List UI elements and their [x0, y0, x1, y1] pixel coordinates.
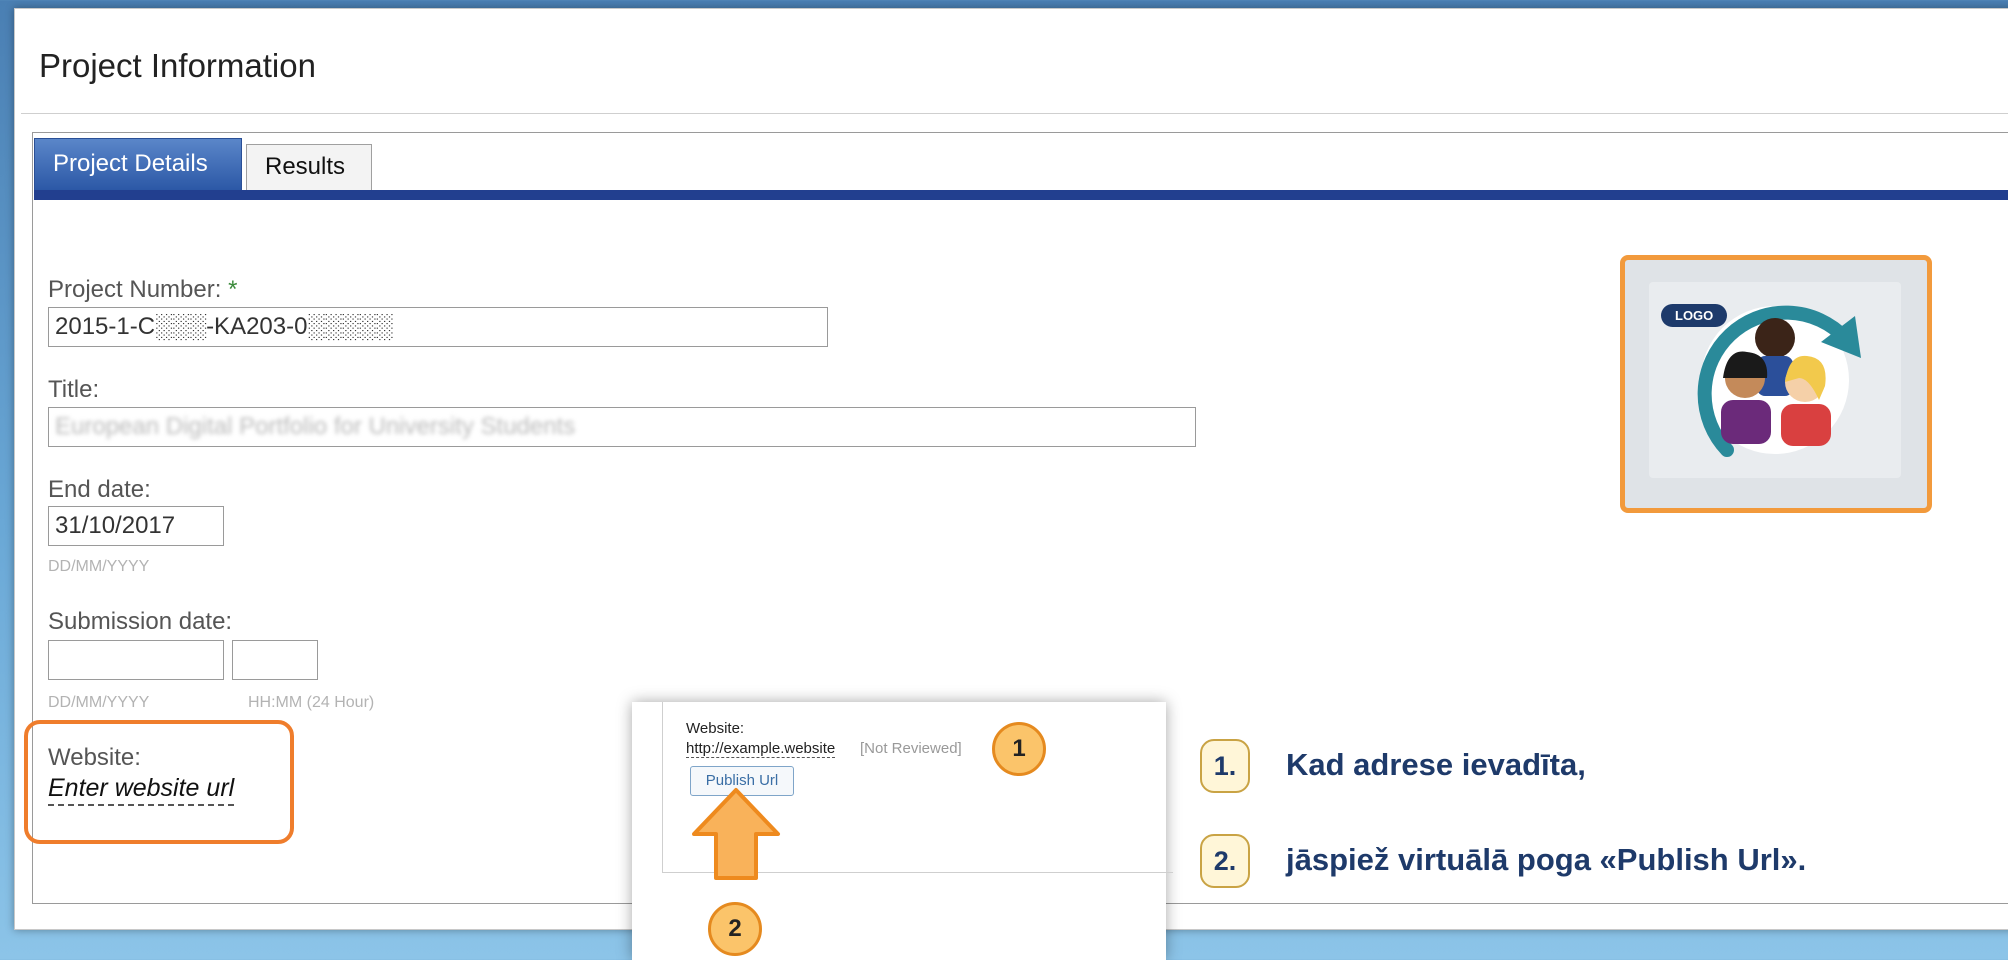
marker-2: 2 [708, 902, 762, 956]
end-date-label: End date: [48, 476, 151, 503]
step-1-text: Kad adrese ievadīta, [1286, 747, 1586, 782]
tab-results[interactable]: Results [246, 144, 372, 190]
up-arrow-icon [692, 788, 780, 880]
submission-time-hint: HH:MM (24 Hour) [248, 694, 375, 711]
page-title: Project Information [39, 47, 316, 84]
title-label: Title: [48, 376, 100, 403]
inset-website-label: Website: [686, 720, 745, 737]
logo-badge: LOGO [1661, 304, 1728, 327]
required-mark: * [228, 276, 238, 303]
submission-time-field[interactable] [232, 640, 318, 680]
website-highlight [24, 720, 294, 844]
project-number-label: Project Number: * [48, 276, 237, 304]
step-2-badge: 2. [1200, 834, 1250, 888]
end-date-value: 31/10/2017 [55, 512, 176, 539]
project-number-field[interactable]: 2015-1-C░░░-KA203-0░░░░░ [48, 307, 828, 347]
review-status: [Not Reviewed] [860, 740, 962, 757]
marker-1: 1 [992, 722, 1046, 776]
title-divider [21, 113, 2008, 114]
submission-date-field[interactable] [48, 640, 224, 680]
logo-frame[interactable]: LOGO [1620, 255, 1932, 513]
title-field[interactable]: European Digital Portfolio for Universit… [48, 407, 1196, 447]
tab-project-details[interactable]: Project Details [34, 138, 242, 190]
title-value: European Digital Portfolio for Universit… [55, 413, 576, 440]
logo-image: LOGO [1649, 282, 1901, 478]
inset-website-url[interactable]: http://example.website [686, 740, 836, 758]
submission-date-label: Submission date: [48, 608, 233, 635]
tab-bar [34, 190, 2008, 200]
end-date-hint: DD/MM/YYYY [48, 558, 150, 575]
end-date-field[interactable]: 31/10/2017 [48, 506, 224, 546]
project-number-value: 2015-1-C░░░-KA203-0░░░░░ [55, 313, 393, 340]
publish-url-inset: Website: http://example.website [Not Rev… [632, 702, 1173, 960]
step-2-text: jāspiež virtuālā poga «Publish Url». [1286, 842, 1807, 877]
step-1-badge: 1. [1200, 739, 1250, 793]
submission-date-hint: DD/MM/YYYY [48, 694, 150, 711]
project-number-label-text: Project Number: [48, 276, 222, 303]
